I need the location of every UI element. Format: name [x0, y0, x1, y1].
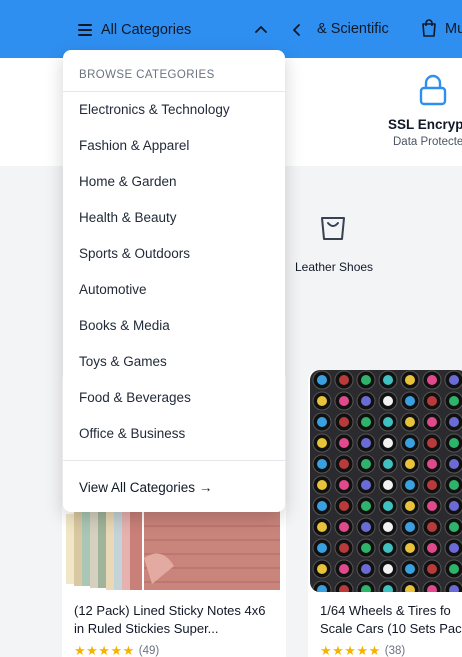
- product-title[interactable]: 1/64 Wheels & Tires fo Scale Cars (10 Se…: [320, 602, 462, 638]
- menu-icon: [78, 24, 92, 36]
- dropdown-heading: BROWSE CATEGORIES: [79, 69, 215, 81]
- product-title-line: 1/64 Wheels & Tires fo: [320, 603, 451, 618]
- chevron-left-icon[interactable]: [290, 22, 304, 38]
- star-rating: ★★★★★: [74, 643, 135, 657]
- divider: [63, 460, 285, 461]
- product-title-line: Scale Cars (10 Sets Pac: [320, 621, 462, 636]
- lock-icon: [419, 74, 447, 106]
- all-categories-button[interactable]: All Categories: [78, 18, 191, 42]
- product-rating: ★★★★★ (49): [74, 643, 159, 657]
- category-item-fashion[interactable]: Fashion & Apparel: [79, 138, 189, 153]
- ssl-subtitle: Data Protecte: [393, 136, 462, 148]
- category-item-food[interactable]: Food & Beverages: [79, 390, 191, 405]
- product-rating: ★★★★★ (38): [320, 643, 405, 657]
- nav-category-scientific[interactable]: & Scientific: [317, 21, 389, 37]
- category-item-health-beauty[interactable]: Health & Beauty: [79, 210, 177, 225]
- category-item-home-garden[interactable]: Home & Garden: [79, 174, 177, 189]
- divider: [63, 91, 285, 92]
- shopping-bag-icon: [422, 19, 436, 37]
- ssl-title: SSL Encrypt: [388, 117, 462, 132]
- category-item-office[interactable]: Office & Business: [79, 426, 185, 441]
- chevron-up-icon[interactable]: [253, 22, 269, 38]
- view-all-categories-link[interactable]: View All Categories →: [79, 480, 212, 495]
- category-item-sports[interactable]: Sports & Outdoors: [79, 246, 190, 261]
- product-card[interactable]: 1/64 Wheels & Tires fo Scale Cars (10 Se…: [308, 370, 462, 657]
- nav-category-mu[interactable]: Mu: [445, 21, 462, 37]
- category-shortcut-label[interactable]: Leather Shoes: [295, 260, 373, 274]
- all-categories-label: All Categories: [101, 22, 192, 38]
- product-title[interactable]: (12 Pack) Lined Sticky Notes 4x6 in Rule…: [74, 602, 279, 638]
- category-item-books-media[interactable]: Books & Media: [79, 318, 170, 333]
- category-item-electronics[interactable]: Electronics & Technology: [79, 102, 230, 117]
- shopping-bag-icon[interactable]: [318, 210, 348, 242]
- review-count: (38): [384, 645, 406, 657]
- category-item-toys-games[interactable]: Toys & Games: [79, 354, 167, 369]
- category-item-automotive[interactable]: Automotive: [79, 282, 147, 297]
- star-rating: ★★★★★: [320, 643, 381, 657]
- review-count: (49): [138, 645, 160, 657]
- product-image[interactable]: [310, 370, 462, 592]
- categories-dropdown: BROWSE CATEGORIES Electronics & Technolo…: [63, 50, 285, 512]
